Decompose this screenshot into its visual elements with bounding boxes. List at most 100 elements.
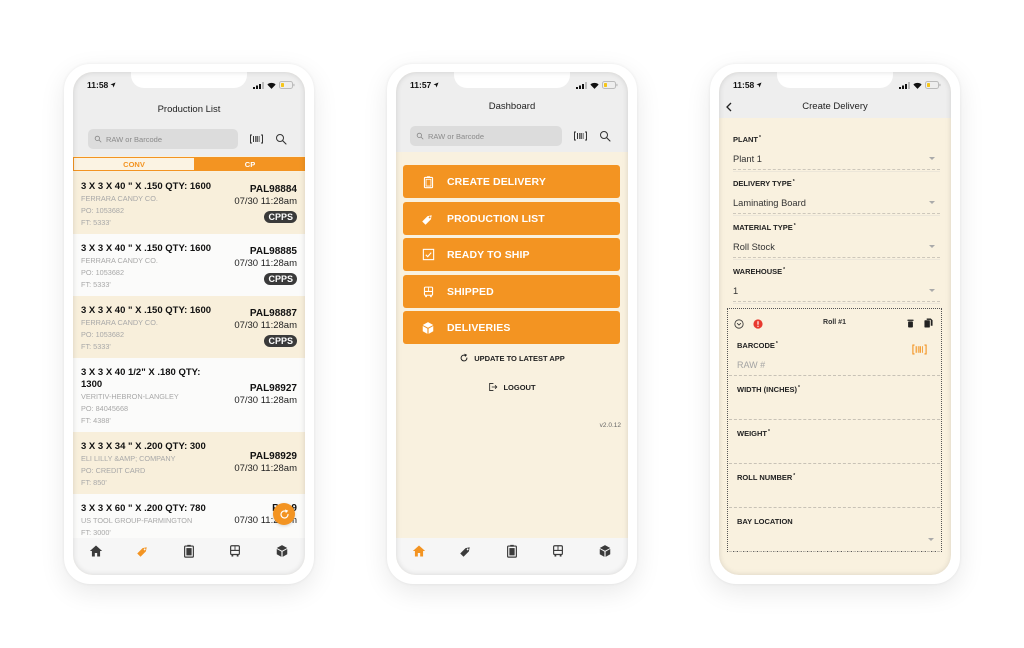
roll-number-input[interactable] [737,490,897,504]
screen: 11:57 Dashboard CREATE DELIVERY [396,72,628,575]
material-type-field[interactable]: MATERIAL TYPE* Roll Stock [733,220,940,264]
warehouse-select-value[interactable]: 1 [733,284,738,298]
item-title: 3 X 3 X 40 " X .150 QTY: 1600 [81,243,212,254]
status-icons [253,81,295,89]
tag-icon [421,212,435,226]
tabbar-create-delivery[interactable] [489,538,535,575]
field-divider [733,213,940,216]
status-badge: CPPS [264,272,297,285]
logout-link[interactable]: LOGOUT [396,382,628,392]
search-input[interactable] [428,131,548,141]
list-item[interactable]: 3 X 3 X 40 1/2" X .180 QTY: 1300 VERITIV… [73,358,305,432]
label-text: BAY LOCATION [737,517,793,526]
create-delivery-button[interactable]: CREATE DELIVERY [403,165,620,198]
tabbar-production-list[interactable] [119,538,165,575]
shipped-button[interactable]: SHIPPED [403,275,620,308]
list-item[interactable]: 3 X 3 X 40 " X .150 QTY: 1600 FERRARA CA… [73,234,305,296]
screen: 11:58 Production List CONV CP [73,72,305,575]
list-item[interactable]: 3 X 3 X 60 " X .200 QTY: 780 US TOOL GRO… [73,494,305,544]
list-item[interactable]: 3 X 3 X 40 " X .150 QTY: 1600 FERRARA CA… [73,172,305,234]
delete-roll-button[interactable] [905,318,915,329]
material-type-select-value[interactable]: Roll Stock [733,240,775,254]
tabbar-production-list[interactable] [442,538,488,575]
tabbar-home[interactable] [396,538,442,575]
bay-location-field[interactable]: BAY LOCATION [728,508,941,552]
item-pallet: PAL98927 [249,383,297,394]
bus-icon [553,545,564,557]
search-icon [416,132,424,140]
wifi-icon [913,82,922,89]
roll-number-field: ROLL NUMBER* [728,464,941,508]
cube-icon [276,545,287,557]
logout-label: LOGOUT [503,382,536,392]
item-meta: PAL98885 07/30 11:28am CPPS [234,234,297,296]
required-mark: * [798,385,800,391]
item-date: 07/30 11:28am [234,195,297,207]
screen: 11:58 Create Delivery PLANT* Plant 1 DEL… [719,72,951,575]
list-item[interactable]: 3 X 3 X 34 " X .200 QTY: 300 ELI LILLY &… [73,432,305,494]
delivery-form: PLANT* Plant 1 DELIVERY TYPE* Laminating… [733,132,940,308]
search-icon [600,131,611,142]
field-label: DELIVERY TYPE* [733,178,795,190]
barcode-scan-button[interactable] [249,133,263,145]
barcode-scan-button[interactable] [573,130,587,142]
tabbar-deliveries[interactable] [259,538,305,575]
tabbar-create-delivery[interactable] [166,538,212,575]
search-bar[interactable] [410,126,562,146]
phone-create-delivery: 11:58 Create Delivery PLANT* Plant 1 DEL… [710,64,960,584]
warehouse-field[interactable]: WAREHOUSE* 1 [733,264,940,308]
search-button[interactable] [274,132,288,146]
item-title: 3 X 3 X 40 " X .150 QTY: 1600 [81,181,212,192]
dropdown-caret-icon [929,245,935,248]
plant-field[interactable]: PLANT* Plant 1 [733,132,940,176]
production-list-button[interactable]: PRODUCTION LIST [403,202,620,235]
tabbar-shipped[interactable] [535,538,581,575]
update-app-link[interactable]: UPDATE TO LATEST APP [396,353,628,363]
plant-select-value[interactable]: Plant 1 [733,152,762,166]
barcode-icon [573,131,587,141]
deliveries-button[interactable]: DELIVERIES [403,311,620,344]
clipboard-icon [421,175,435,189]
ready-to-ship-button[interactable]: READY TO SHIP [403,238,620,271]
tabbar-deliveries[interactable] [582,538,628,575]
time-text: 11:57 [410,80,432,90]
time-text: 11:58 [733,80,755,90]
search-bar[interactable] [88,129,238,149]
status-badge: CPPS [264,334,297,347]
item-meta: PAL98929 07/30 11:28am [234,432,297,494]
weight-input[interactable] [737,446,897,460]
list-item[interactable]: 3 X 3 X 40 " X .150 QTY: 1600 FERRARA CA… [73,296,305,358]
label-text: PLANT [733,135,758,144]
battery-icon [602,81,618,89]
field-label: WAREHOUSE* [733,266,785,278]
button-label: CREATE DELIVERY [447,175,546,188]
scan-barcode-button[interactable] [911,343,927,355]
tab-conv[interactable]: CONV [73,157,195,171]
dropdown-caret-icon [929,157,935,160]
delivery-type-select-value[interactable]: Laminating Board [733,196,806,210]
bus-icon [230,545,241,557]
width-input[interactable] [737,402,897,416]
signal-icon [576,81,587,89]
status-bar-time: 11:57 [410,80,439,90]
field-label: BARCODE* [737,340,778,352]
refresh-button[interactable] [273,503,295,525]
notch [131,72,247,88]
item-date: 07/30 11:28am [234,257,297,269]
search-button[interactable] [598,129,612,143]
tabbar-shipped[interactable] [212,538,258,575]
search-input[interactable] [106,134,226,144]
label-text: DELIVERY TYPE [733,179,792,188]
notch [777,72,893,88]
copy-icon [924,318,933,328]
delivery-type-field[interactable]: DELIVERY TYPE* Laminating Board [733,176,940,220]
tabbar-home[interactable] [73,538,119,575]
tab-cp[interactable]: CP [195,157,305,171]
button-label: DELIVERIES [447,321,511,334]
button-label: PRODUCTION LIST [447,212,545,225]
battery-icon [279,81,295,89]
barcode-input[interactable] [737,358,897,372]
required-mark: * [775,341,778,347]
copy-roll-button[interactable] [923,317,934,329]
segment-tabs: CONV CP [73,157,305,171]
